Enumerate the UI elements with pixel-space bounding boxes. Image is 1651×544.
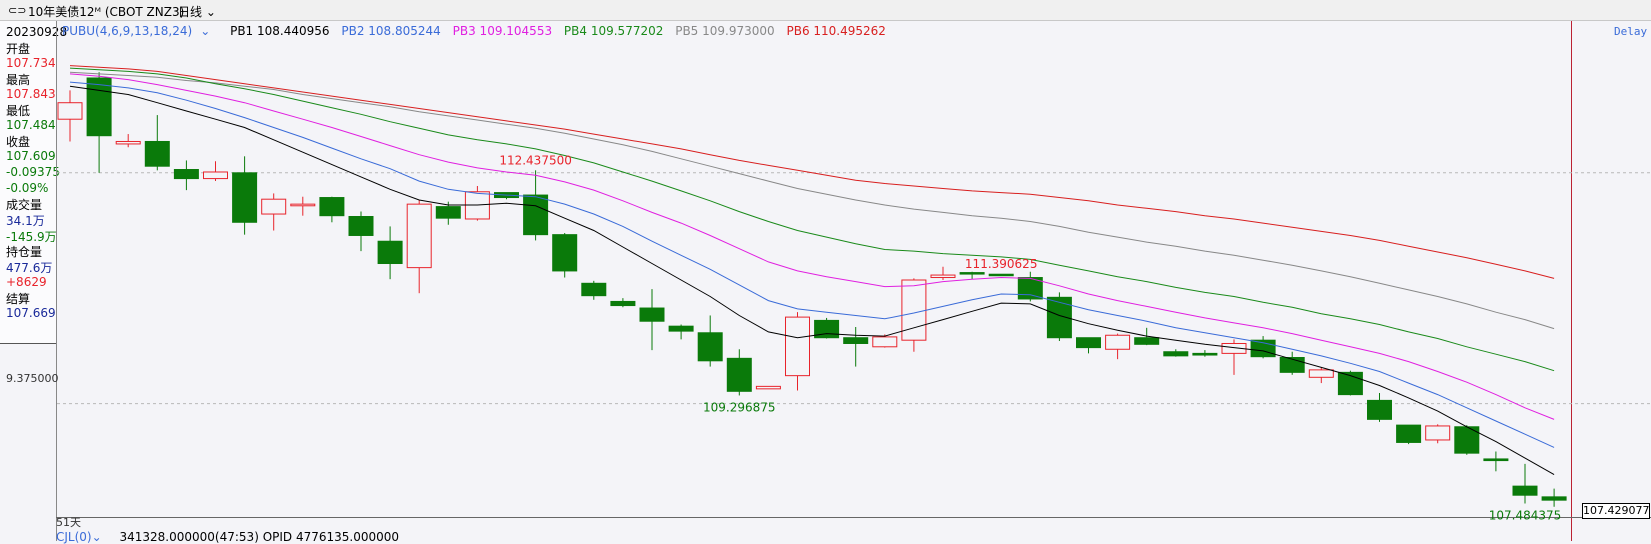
candle-body — [959, 272, 985, 275]
day-count-label: 51天 — [56, 516, 81, 529]
candle-body — [173, 169, 199, 180]
candle-body — [115, 140, 141, 145]
pb2-line — [69, 81, 1555, 448]
candle-body — [406, 203, 432, 269]
indicator-selector[interactable]: PUBU(4,6,9,13,18,24) ⌄ — [62, 24, 218, 38]
candle-body — [1483, 458, 1509, 462]
candlestick-chart[interactable]: 112.437500 111.390625 109.296875 107.484375 — [0, 0, 1651, 541]
candle-body — [581, 282, 607, 297]
pb3-line — [69, 73, 1555, 420]
candle-body — [1105, 334, 1131, 350]
candle-body — [930, 274, 956, 279]
candle-body — [203, 171, 228, 180]
extreme-price-label: 112.437500 — [499, 153, 572, 167]
candle-body — [348, 216, 374, 236]
candle-body — [988, 273, 1014, 277]
extreme-price-label: 111.390625 — [965, 257, 1038, 271]
candle-body — [697, 332, 723, 362]
candle-body — [552, 234, 578, 272]
candle-body — [290, 203, 316, 207]
candle-body — [843, 337, 869, 344]
sub-indicator-tab: CJL(0) — [56, 530, 92, 544]
sub-indicator-bar: CJL(0)⌄ 341328.000000(47:53) OPID 477613… — [56, 530, 399, 544]
sub-indicator-selector[interactable]: CJL(0)⌄ — [56, 530, 102, 544]
candle-body — [1512, 485, 1538, 496]
delay-label: Delay — [1614, 25, 1648, 38]
candle-body — [144, 140, 170, 167]
candle-body — [523, 194, 549, 236]
candle-body — [1367, 399, 1392, 420]
pb2-value: PB2 108.805244 — [341, 24, 441, 38]
candle-body — [726, 357, 752, 392]
candle-body — [319, 197, 345, 217]
candle-body — [610, 300, 636, 307]
candle-body — [261, 198, 287, 215]
candle-body — [1425, 425, 1451, 441]
candle-body — [86, 77, 112, 137]
sub-indicator-values: 341328.000000(47:53) OPID 4776135.000000 — [119, 530, 400, 544]
candle-body — [1308, 369, 1334, 378]
indicator-name: PUBU(4,6,9,13,18,24) — [62, 24, 193, 38]
candle-body — [1163, 351, 1189, 357]
candle-body — [57, 102, 83, 120]
candle-body — [872, 336, 898, 348]
pb4-line — [69, 67, 1555, 372]
candle-body — [1541, 496, 1567, 501]
pb3-value: PB3 109.104553 — [452, 24, 553, 38]
chevron-down-icon: ⌄ — [91, 530, 102, 544]
current-price-box: 107.429077 — [1582, 503, 1650, 519]
pb6-line — [69, 65, 1555, 279]
extreme-price-label: 109.296875 — [703, 400, 776, 414]
candle-body — [232, 172, 258, 223]
candle-body — [639, 307, 665, 322]
pb5-line — [69, 71, 1555, 330]
candle-body — [785, 316, 810, 377]
pb1-line — [69, 85, 1555, 476]
candle-body — [1076, 337, 1101, 349]
candle-body — [901, 279, 927, 341]
candle-body — [377, 240, 403, 265]
pb4-value: PB4 109.577202 — [563, 24, 664, 38]
candle-body — [1134, 337, 1160, 345]
pb5-value: PB5 109.973000 — [675, 24, 775, 38]
candle-body — [1192, 352, 1218, 356]
candle-body — [1396, 424, 1422, 443]
pb6-value: PB6 110.495262 — [786, 24, 886, 38]
candle-body — [1279, 357, 1305, 373]
candle-body — [755, 385, 781, 390]
y-axis-label: 9.375000 — [6, 372, 59, 385]
candle-body — [435, 206, 461, 219]
pb1-value: PB1 108.440956 — [230, 24, 330, 38]
candle-body — [668, 325, 694, 332]
indicator-header: PUBU(4,6,9,13,18,24) ⌄ PB1 108.440956 PB2… — [62, 24, 894, 38]
extreme-price-label: 107.484375 — [1489, 508, 1562, 522]
chevron-down-icon: ⌄ — [200, 24, 211, 38]
